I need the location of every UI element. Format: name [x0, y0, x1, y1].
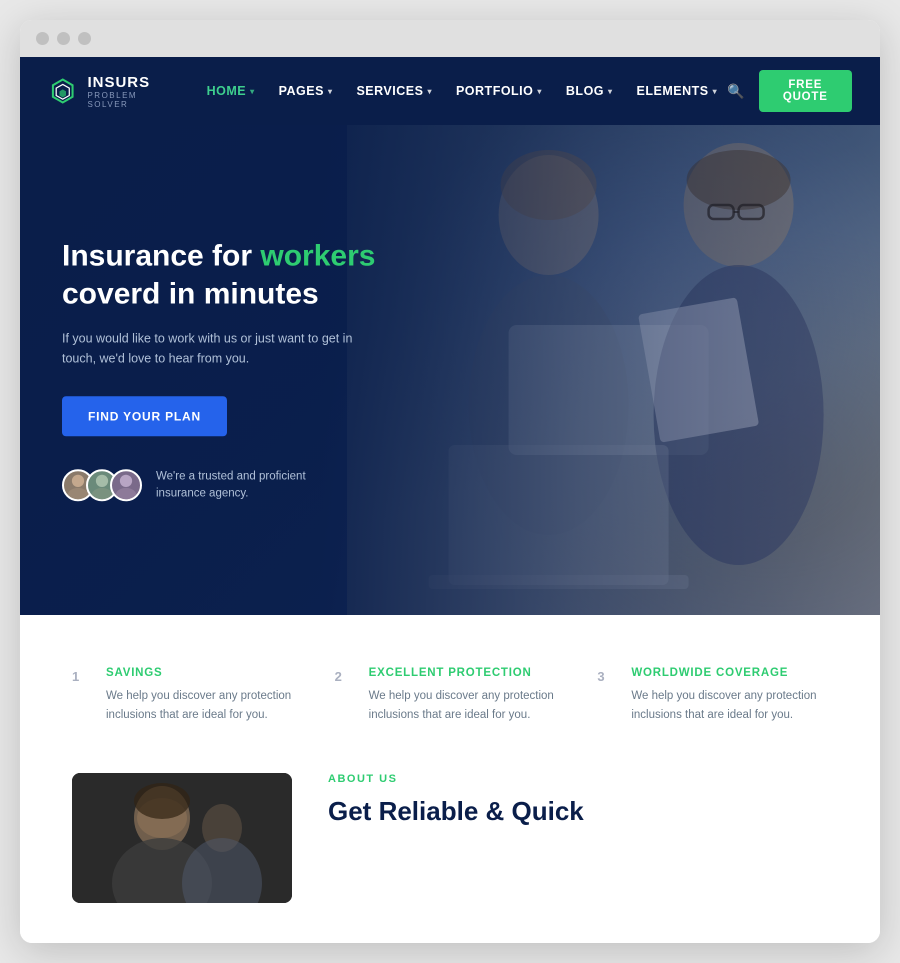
nav-chevron: ▾	[713, 87, 718, 96]
nav-item-pages[interactable]: PAGES ▾	[269, 78, 343, 104]
logo-icon	[48, 73, 77, 109]
avatars-group	[62, 470, 142, 502]
hero-section: Insurance for workers coverd in minutes …	[20, 125, 880, 615]
nav-chevron: ▾	[427, 87, 432, 96]
hero-content: Insurance for workers coverd in minutes …	[62, 237, 375, 503]
browser-dot-red	[36, 32, 49, 45]
about-section: ABOUT US Get Reliable & Quick	[20, 773, 880, 943]
browser-chrome	[20, 20, 880, 57]
about-image-illustration	[72, 773, 292, 903]
feature-item-3: 3 WORLDWIDE COVERAGE We help you discove…	[597, 667, 828, 725]
nav-label: SERVICES	[356, 84, 423, 98]
feature-number: 2	[335, 669, 351, 725]
nav-item-elements[interactable]: ELEMENTS ▾	[627, 78, 728, 104]
about-image	[72, 773, 292, 903]
about-title: Get Reliable & Quick	[328, 795, 828, 828]
feature-number: 3	[597, 669, 613, 725]
browser-window: INSURS PROBLEM SOLVER HOME▾PAGES▾SERVICE…	[20, 20, 880, 943]
about-text-area: ABOUT US Get Reliable & Quick	[328, 773, 828, 828]
logo-tagline: PROBLEM SOLVER	[87, 91, 164, 109]
feature-description: We help you discover any protection incl…	[369, 687, 566, 725]
nav-item-home[interactable]: HOME▾	[197, 78, 265, 104]
feature-number: 1	[72, 669, 88, 725]
hero-title: Insurance for workers coverd in minutes	[62, 237, 375, 312]
nav-label: PAGES	[279, 84, 324, 98]
nav-item-blog[interactable]: BLOG ▾	[556, 78, 623, 104]
feature-item-2: 2 EXCELLENT PROTECTION We help you disco…	[335, 667, 566, 725]
nav-label: PORTFOLIO	[456, 84, 533, 98]
feature-title: WORLDWIDE COVERAGE	[631, 667, 828, 679]
nav-label: ELEMENTS	[637, 84, 709, 98]
free-quote-button[interactable]: FREE QUOTE	[759, 70, 852, 112]
nav-item-services[interactable]: SERVICES ▾	[346, 78, 442, 104]
feature-content: WORLDWIDE COVERAGE We help you discover …	[631, 667, 828, 725]
hero-subtitle: If you would like to work with us or jus…	[62, 328, 362, 368]
browser-dot-green	[78, 32, 91, 45]
avatar-3	[110, 470, 142, 502]
search-icon[interactable]: 🔍	[727, 83, 744, 100]
nav-chevron: ▾	[608, 87, 613, 96]
browser-dot-yellow	[57, 32, 70, 45]
nav-chevron: ▾	[328, 87, 333, 96]
logo-text-block: INSURS PROBLEM SOLVER	[87, 74, 164, 109]
feature-content: SAVINGS We help you discover any protect…	[106, 667, 303, 725]
nav-item-portfolio[interactable]: PORTFOLIO ▾	[446, 78, 552, 104]
feature-content: EXCELLENT PROTECTION We help you discove…	[369, 667, 566, 725]
hero-title-part2: coverd in minutes	[62, 277, 319, 310]
feature-title: EXCELLENT PROTECTION	[369, 667, 566, 679]
nav-chevron: ▾	[250, 87, 255, 96]
hero-trust: We're a trusted and proficient insurance…	[62, 468, 375, 503]
nav-right: 🔍 FREE QUOTE	[727, 70, 852, 112]
find-plan-button[interactable]: FIND YOUR PLAN	[62, 396, 227, 436]
feature-item-1: 1 SAVINGS We help you discover any prote…	[72, 667, 303, 725]
nav-label: HOME	[207, 84, 247, 98]
nav-label: BLOG	[566, 84, 604, 98]
hero-title-part1: Insurance for	[62, 239, 260, 272]
nav-chevron: ▾	[537, 87, 542, 96]
features-section: 1 SAVINGS We help you discover any prote…	[20, 615, 880, 773]
logo-name: INSURS	[87, 74, 164, 91]
feature-title: SAVINGS	[106, 667, 303, 679]
feature-description: We help you discover any protection incl…	[106, 687, 303, 725]
navbar: INSURS PROBLEM SOLVER HOME▾PAGES▾SERVICE…	[20, 57, 880, 125]
hero-title-highlight: workers	[260, 239, 375, 272]
nav-links: HOME▾PAGES▾SERVICES▾PORTFOLIO▾BLOG▾ELEME…	[197, 78, 728, 104]
trust-text: We're a trusted and proficient insurance…	[156, 468, 356, 503]
about-label: ABOUT US	[328, 773, 828, 785]
logo-area[interactable]: INSURS PROBLEM SOLVER	[48, 73, 165, 109]
feature-description: We help you discover any protection incl…	[631, 687, 828, 725]
